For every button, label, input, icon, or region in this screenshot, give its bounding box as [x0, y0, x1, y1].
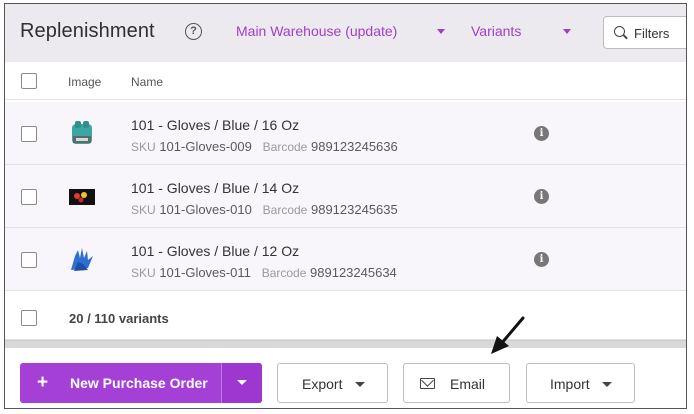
export-label: Export: [302, 376, 343, 392]
sku-label: SKU: [131, 140, 156, 154]
new-purchase-order-label: New Purchase Order: [70, 375, 208, 391]
variant-count: 20 / 110 variants: [69, 311, 169, 326]
barcode-label: Barcode: [262, 140, 308, 154]
row-meta: SKU 101-Gloves-011 Barcode 989123245634: [131, 265, 397, 280]
view-select[interactable]: Variants: [471, 23, 571, 39]
barcode-value: 989123245635: [310, 202, 398, 217]
info-icon[interactable]: i: [534, 189, 549, 204]
barcode-label: Barcode: [262, 203, 308, 217]
info-icon[interactable]: i: [534, 126, 549, 141]
export-button[interactable]: Export: [277, 363, 388, 403]
row-checkbox[interactable]: [21, 252, 37, 268]
envelope-icon: [420, 378, 435, 389]
row-checkbox[interactable]: [21, 189, 37, 205]
table-row[interactable]: 101 - Gloves / Blue / 16 Oz SKU 101-Glov…: [5, 102, 686, 165]
table-row[interactable]: 101 - Gloves / Blue / 12 Oz SKU 101-Glov…: [5, 228, 686, 291]
product-thumbnail: [71, 248, 93, 271]
chevron-down-icon: [437, 29, 445, 34]
sku-label: SKU: [131, 266, 156, 280]
app-window: Replenishment ? Main Warehouse (update) …: [4, 3, 687, 409]
sku-value: 101-Gloves-009: [159, 139, 252, 154]
info-icon[interactable]: i: [534, 252, 549, 267]
barcode-label: Barcode: [261, 266, 307, 280]
chevron-down-icon: [237, 380, 247, 385]
email-button[interactable]: Email: [403, 363, 510, 403]
product-thumbnail: [69, 189, 95, 205]
barcode-value: 989123245636: [310, 139, 398, 154]
new-purchase-order-button[interactable]: + New Purchase Order: [20, 363, 262, 403]
sku-value: 101-Gloves-011: [159, 265, 251, 280]
row-meta: SKU 101-Gloves-010 Barcode 989123245635: [131, 202, 398, 217]
search-icon: [614, 26, 625, 37]
page-header: Replenishment ? Main Warehouse (update) …: [5, 4, 686, 62]
table-header: Image Name: [5, 62, 686, 100]
page-title: Replenishment: [20, 20, 155, 42]
horizontal-scrollbar[interactable]: [5, 340, 686, 348]
selection-summary: 20 / 110 variants: [5, 298, 686, 340]
row-name: 101 - Gloves / Blue / 12 Oz: [131, 243, 300, 259]
warehouse-select-label: Main Warehouse (update): [236, 23, 398, 39]
sku-label: SKU: [131, 203, 156, 217]
row-checkbox[interactable]: [21, 126, 37, 142]
warehouse-select[interactable]: Main Warehouse (update): [236, 23, 445, 39]
purchase-order-menu-toggle[interactable]: [221, 363, 262, 403]
chevron-down-icon: [355, 382, 365, 387]
column-name[interactable]: Name: [131, 75, 163, 89]
filters-label: Filters: [634, 26, 670, 41]
chevron-down-icon: [602, 382, 612, 387]
row-name: 101 - Gloves / Blue / 14 Oz: [131, 180, 300, 196]
import-label: Import: [550, 376, 590, 392]
plus-icon: +: [37, 372, 49, 393]
view-select-label: Variants: [471, 23, 522, 39]
arrow-pointer-icon: [491, 316, 525, 354]
chevron-down-icon: [563, 29, 571, 34]
select-page-checkbox[interactable]: [21, 310, 37, 326]
row-name: 101 - Gloves / Blue / 16 Oz: [131, 117, 300, 133]
import-button[interactable]: Import: [526, 363, 635, 403]
row-meta: SKU 101-Gloves-009 Barcode 989123245636: [131, 139, 398, 154]
action-bar: + New Purchase Order Export Email Import: [5, 348, 686, 408]
column-image: Image: [68, 75, 102, 89]
help-icon[interactable]: ?: [185, 23, 202, 40]
product-thumbnail: [72, 121, 92, 144]
table-row[interactable]: 101 - Gloves / Blue / 14 Oz SKU 101-Glov…: [5, 165, 686, 228]
filters-button[interactable]: Filters: [603, 16, 686, 49]
sku-value: 101-Gloves-010: [159, 202, 252, 217]
select-all-checkbox[interactable]: [21, 73, 37, 89]
barcode-value: 989123245634: [310, 265, 397, 280]
email-label: Email: [450, 376, 486, 392]
